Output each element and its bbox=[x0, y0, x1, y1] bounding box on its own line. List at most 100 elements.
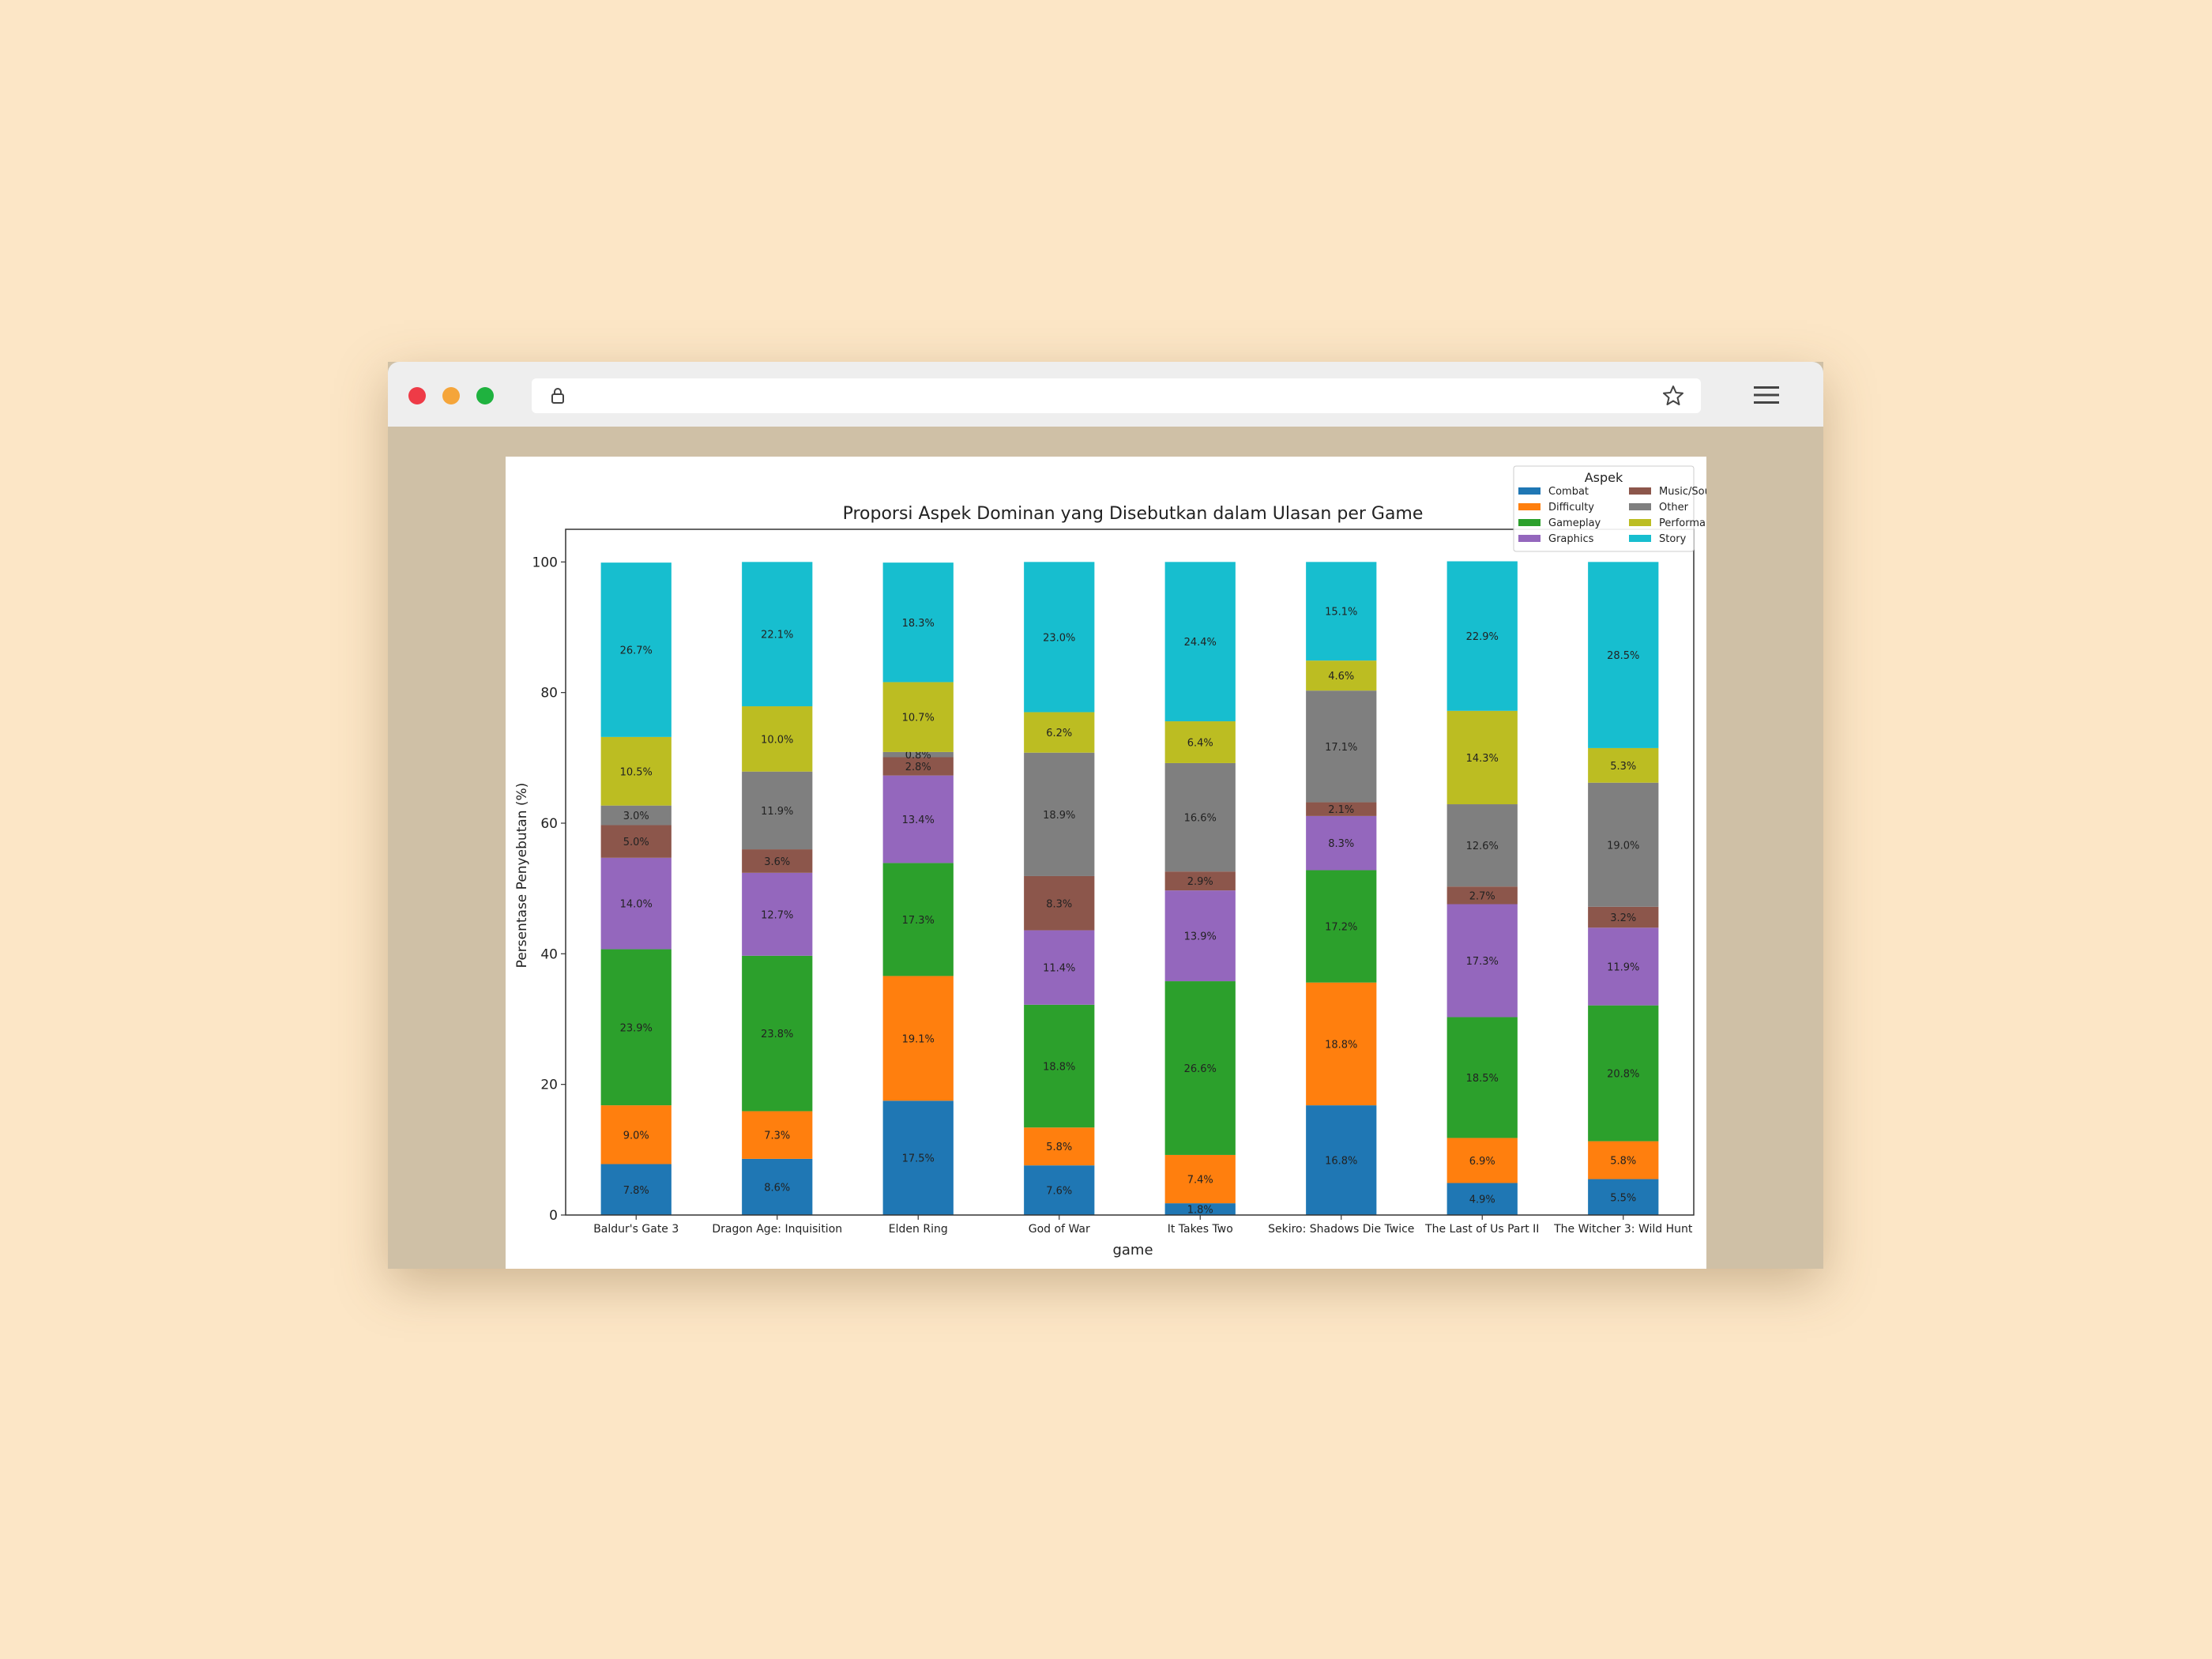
legend: AspekCombat Difficulty Gameplay Graphics Mus… bbox=[1513, 465, 1724, 552]
data-label: 23.8% bbox=[761, 1029, 793, 1040]
legend-label: Other bbox=[1659, 502, 1689, 514]
legend-swatch bbox=[1629, 519, 1651, 526]
close-window-button[interactable] bbox=[408, 387, 426, 404]
stacked-bar-chart: Proporsi Aspek Dominan yang Disebutkan d… bbox=[514, 465, 1724, 1258]
data-label: 6.4% bbox=[1187, 737, 1213, 749]
x-tick-label: Baldur's Gate 3 bbox=[593, 1223, 679, 1236]
minimize-window-button[interactable] bbox=[442, 387, 460, 404]
x-tick-label: Elden Ring bbox=[889, 1223, 948, 1236]
data-label: 19.1% bbox=[902, 1033, 935, 1045]
legend-swatch bbox=[1518, 519, 1540, 526]
data-label: 26.6% bbox=[1184, 1063, 1217, 1075]
y-tick-label: 20 bbox=[540, 1078, 558, 1093]
data-label: 8.6% bbox=[764, 1182, 790, 1194]
data-label: 7.6% bbox=[1046, 1186, 1072, 1198]
x-tick-label: The Last of Us Part II bbox=[1424, 1223, 1539, 1236]
legend-label: Difficulty bbox=[1548, 502, 1594, 514]
data-label: 22.9% bbox=[1466, 631, 1499, 643]
x-tick-label: Sekiro: Shadows Die Twice bbox=[1268, 1223, 1414, 1236]
data-label: 15.1% bbox=[1325, 607, 1357, 619]
data-label: 9.0% bbox=[623, 1130, 649, 1142]
data-label: 11.4% bbox=[1043, 963, 1075, 975]
data-label: 5.8% bbox=[1610, 1156, 1636, 1168]
legend-swatch bbox=[1629, 535, 1651, 542]
data-label: 17.5% bbox=[902, 1153, 935, 1165]
legend-swatch bbox=[1518, 487, 1540, 495]
data-label: 5.5% bbox=[1610, 1192, 1636, 1204]
data-label: 5.8% bbox=[1046, 1142, 1072, 1153]
data-label: 11.9% bbox=[1607, 961, 1639, 973]
data-label: 6.2% bbox=[1046, 728, 1072, 739]
data-label: 18.8% bbox=[1043, 1062, 1075, 1074]
data-label: 23.0% bbox=[1043, 632, 1075, 644]
bars-layer: 7.8% 9.0% 23.9% 14.0% 5.0% 3.0% 10.5% 26.7% 8.6%… bbox=[600, 561, 1659, 1217]
hamburger-menu-icon[interactable] bbox=[1752, 384, 1781, 406]
data-label: 18.3% bbox=[902, 618, 935, 630]
data-label: 24.4% bbox=[1184, 637, 1217, 649]
x-tick-label: It Takes Two bbox=[1168, 1223, 1233, 1236]
plot-frame bbox=[565, 529, 1695, 1216]
data-label: 7.4% bbox=[1187, 1175, 1213, 1187]
data-label: 4.6% bbox=[1328, 671, 1354, 683]
data-label: 5.0% bbox=[623, 837, 649, 848]
data-label: 18.5% bbox=[1466, 1073, 1499, 1085]
data-label: 12.6% bbox=[1466, 841, 1499, 852]
data-label: 14.0% bbox=[620, 899, 653, 911]
data-label: 13.4% bbox=[902, 814, 935, 826]
data-label: 2.8% bbox=[905, 762, 931, 773]
bookmark-star-icon[interactable] bbox=[1661, 384, 1685, 408]
chart-figure: Proporsi Aspek Dominan yang Disebutkan d… bbox=[506, 457, 1724, 1269]
y-axis-label: Persentase Penyebutan (%) bbox=[514, 783, 530, 969]
x-tick-label: Dragon Age: Inquisition bbox=[712, 1223, 842, 1236]
y-tick-label: 0 bbox=[549, 1208, 558, 1224]
legend-label: Story bbox=[1659, 533, 1687, 545]
data-label: 14.3% bbox=[1466, 753, 1499, 765]
chart-title: Proporsi Aspek Dominan yang Disebutkan d… bbox=[843, 504, 1424, 524]
data-label: 11.9% bbox=[761, 806, 793, 818]
data-label: 18.9% bbox=[1043, 810, 1075, 822]
data-label: 19.0% bbox=[1607, 840, 1639, 852]
legend-swatch bbox=[1518, 503, 1540, 510]
legend-swatch bbox=[1629, 503, 1651, 510]
data-label: 2.9% bbox=[1187, 876, 1213, 888]
address-bar[interactable] bbox=[532, 378, 1701, 413]
legend-label: Performance bbox=[1659, 517, 1706, 529]
maximize-window-button[interactable] bbox=[476, 387, 494, 404]
legend-label: Music/Sound bbox=[1659, 486, 1706, 498]
data-label: 12.7% bbox=[761, 909, 793, 921]
data-label: 18.8% bbox=[1325, 1039, 1357, 1051]
legend-label: Graphics bbox=[1548, 533, 1594, 545]
data-label: 8.3% bbox=[1046, 898, 1072, 910]
legend-swatch bbox=[1518, 535, 1540, 542]
data-label: 6.9% bbox=[1469, 1156, 1495, 1168]
legend-swatch bbox=[1629, 487, 1651, 495]
data-label: 3.0% bbox=[623, 811, 649, 822]
data-label: 2.1% bbox=[1328, 804, 1354, 816]
lock-icon bbox=[551, 388, 564, 404]
data-label: 10.7% bbox=[902, 713, 935, 724]
data-label: 4.9% bbox=[1469, 1194, 1495, 1206]
browser-window: Proporsi Aspek Dominan yang Disebutkan d… bbox=[388, 362, 1823, 1269]
data-label: 20.8% bbox=[1607, 1069, 1639, 1081]
data-label: 26.7% bbox=[620, 645, 653, 657]
data-label: 10.0% bbox=[761, 734, 793, 746]
browser-titlebar bbox=[388, 362, 1823, 427]
data-label: 17.3% bbox=[902, 915, 935, 927]
data-label: 8.3% bbox=[1328, 838, 1354, 850]
data-label: 17.2% bbox=[1325, 922, 1357, 934]
x-axis-label: game bbox=[1112, 1242, 1153, 1258]
data-label: 5.3% bbox=[1610, 761, 1636, 773]
data-label: 17.3% bbox=[1466, 956, 1499, 968]
data-label: 2.7% bbox=[1469, 890, 1495, 902]
legend-title: Aspek bbox=[1585, 470, 1623, 485]
y-tick-label: 60 bbox=[540, 816, 558, 832]
axes-layer: Baldur's Gate 3 Dragon Age: Inquisition El… bbox=[532, 529, 1695, 1236]
data-label: 28.5% bbox=[1607, 650, 1639, 662]
data-label: 13.9% bbox=[1184, 931, 1217, 943]
data-label: 3.6% bbox=[764, 856, 790, 868]
data-label: 22.1% bbox=[761, 630, 793, 641]
x-tick-label: The Witcher 3: Wild Hunt bbox=[1553, 1223, 1693, 1236]
data-label: 7.8% bbox=[623, 1185, 649, 1197]
y-tick-label: 100 bbox=[532, 555, 558, 570]
y-tick-label: 80 bbox=[540, 686, 558, 702]
